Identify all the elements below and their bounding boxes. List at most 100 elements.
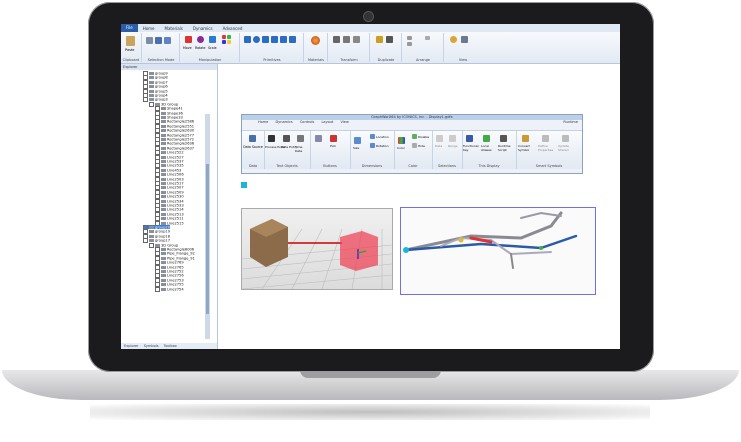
functional-key-icon[interactable] bbox=[466, 135, 473, 142]
embedded-group-data: Data Source Data bbox=[242, 131, 265, 169]
3d-pipes-view[interactable] bbox=[400, 207, 596, 295]
group-icon[interactable] bbox=[407, 36, 412, 40]
embedded-group-label: Selections bbox=[438, 164, 456, 168]
rotate-label: Rotate bbox=[195, 46, 206, 50]
transform-icon[interactable] bbox=[353, 36, 360, 43]
embedded-ribbon: Data Source Data Process Point Date Entr… bbox=[242, 130, 582, 169]
array-icon[interactable] bbox=[386, 36, 393, 43]
location-icon[interactable] bbox=[370, 134, 375, 139]
date-entry-icon[interactable] bbox=[283, 135, 290, 142]
laptop-shadow bbox=[90, 404, 650, 420]
mirror-icon[interactable] bbox=[343, 36, 350, 43]
tab-explorer[interactable]: Explorer bbox=[124, 344, 139, 348]
pipe-icon[interactable] bbox=[289, 36, 296, 43]
size-icon[interactable] bbox=[354, 137, 361, 144]
expand-toggle-icon[interactable] bbox=[149, 101, 154, 107]
torus-icon[interactable] bbox=[280, 36, 287, 43]
embedded-tab-dynamics[interactable]: Dynamics bbox=[275, 120, 292, 124]
tree-item-label: Line2754 bbox=[167, 287, 184, 292]
rotation-icon[interactable] bbox=[370, 143, 375, 148]
color-red-icon[interactable] bbox=[222, 35, 226, 39]
expand-toggle-icon[interactable] bbox=[143, 238, 148, 244]
expand-toggle-icon[interactable] bbox=[143, 97, 148, 103]
embedded-group-label: Smart Symbols bbox=[535, 164, 563, 168]
data-select-label: Data bbox=[435, 144, 443, 148]
size-label: Size bbox=[353, 146, 360, 150]
ribbon-group-label: Arrange bbox=[416, 58, 430, 62]
local-aliases-label: Local Aliases bbox=[481, 144, 492, 152]
convert-symbol-label: Convert Symbol bbox=[518, 144, 530, 152]
color-blue-icon[interactable] bbox=[222, 40, 226, 44]
color-yellow-icon[interactable] bbox=[227, 40, 231, 44]
lasso-icon[interactable] bbox=[164, 37, 171, 44]
selection-marker[interactable] bbox=[241, 182, 247, 188]
color-green-icon[interactable] bbox=[227, 35, 231, 39]
select-area-icon[interactable] bbox=[155, 37, 162, 44]
embedded-runtime[interactable]: Runtime bbox=[563, 120, 578, 125]
runtime-script-icon[interactable] bbox=[500, 135, 507, 142]
embedded-group-dimensions: Size Location Rotation Dimensions bbox=[350, 131, 395, 169]
define-properties-label: Define Properties bbox=[538, 144, 554, 152]
expand-toggle-icon[interactable] bbox=[155, 286, 160, 292]
pick-icon[interactable] bbox=[330, 135, 337, 142]
explorer-scroll-thumb[interactable] bbox=[206, 164, 209, 314]
embedded-group-label: Color bbox=[408, 164, 418, 168]
sphere-icon[interactable] bbox=[253, 36, 260, 43]
scale-icon[interactable] bbox=[209, 36, 216, 43]
hide-icon[interactable] bbox=[412, 143, 417, 148]
flip-icon[interactable] bbox=[333, 36, 340, 43]
select-icon[interactable] bbox=[146, 37, 153, 44]
embedded-group-label: Dimensions bbox=[361, 164, 383, 168]
tab-symbols[interactable]: Symbols bbox=[144, 344, 159, 348]
button-icon[interactable] bbox=[315, 135, 322, 142]
duplicate-icon[interactable] bbox=[376, 36, 383, 43]
tab-file[interactable]: File bbox=[121, 24, 138, 32]
cylinder-icon[interactable] bbox=[262, 36, 269, 43]
functional-key-label: Functional Key bbox=[463, 144, 479, 152]
expand-toggle-icon[interactable] bbox=[149, 242, 154, 248]
move-icon[interactable] bbox=[185, 36, 192, 43]
explorer-bottom-tabs: Explorer Symbols Toolbox bbox=[121, 343, 217, 349]
ribbon-group-label: Manipulation bbox=[198, 58, 222, 62]
ungroup-icon[interactable] bbox=[407, 42, 412, 46]
update-shared-icon[interactable] bbox=[562, 135, 569, 142]
embedded-tab-layout[interactable]: Layout bbox=[321, 120, 333, 124]
material-sphere-icon[interactable] bbox=[311, 36, 320, 45]
convert-symbol-icon[interactable] bbox=[522, 135, 529, 142]
tab-advanced[interactable]: Advanced bbox=[218, 26, 248, 31]
paste-icon[interactable] bbox=[126, 36, 135, 46]
disable-icon[interactable] bbox=[412, 134, 417, 139]
move-label: Move bbox=[183, 46, 192, 50]
tab-materials[interactable]: Materials bbox=[160, 26, 188, 31]
tab-home[interactable]: Home bbox=[138, 26, 160, 31]
view-options-icon[interactable] bbox=[461, 36, 468, 43]
design-canvas[interactable]: GraphWorX64 by ICONICS, Inc. - Display1.… bbox=[219, 64, 620, 349]
disable-label: Disable bbox=[418, 135, 430, 139]
embedded-tab-view[interactable]: View bbox=[341, 120, 349, 124]
data-select-icon[interactable] bbox=[436, 135, 443, 142]
ribbon-group-primitives: Primitives bbox=[241, 33, 304, 62]
data-source-icon[interactable] bbox=[249, 135, 256, 142]
embedded-tabs: Home Dynamics Controls Layout View Runti… bbox=[242, 120, 582, 125]
time-date-icon[interactable] bbox=[297, 135, 304, 142]
tree-item[interactable]: Line2754 bbox=[155, 286, 184, 292]
process-point-icon[interactable] bbox=[268, 135, 275, 142]
embedded-group-label: This Display bbox=[478, 164, 500, 168]
embedded-tab-home[interactable]: Home bbox=[258, 120, 268, 124]
define-properties-icon[interactable] bbox=[542, 135, 549, 142]
laptop-screen: File Home Materials Dynamics Advanced Pa… bbox=[121, 24, 620, 349]
tab-toolbox[interactable]: Toolbox bbox=[164, 344, 177, 348]
embedded-tab-controls[interactable]: Controls bbox=[300, 120, 314, 124]
bring-front-icon[interactable] bbox=[425, 36, 430, 40]
3d-scene-view[interactable] bbox=[241, 208, 393, 290]
rotate-icon[interactable] bbox=[197, 36, 204, 43]
range-icon[interactable] bbox=[449, 135, 456, 142]
color-icon[interactable] bbox=[398, 137, 405, 144]
ribbon-group-label: Primitives bbox=[263, 58, 281, 62]
camera-icon[interactable] bbox=[450, 36, 457, 43]
tab-dynamics[interactable]: Dynamics bbox=[188, 26, 218, 31]
local-aliases-icon[interactable] bbox=[483, 135, 490, 142]
ribbon-group-materials: Materials bbox=[305, 33, 328, 62]
cube-icon[interactable] bbox=[244, 36, 251, 43]
cone-icon[interactable] bbox=[271, 36, 278, 43]
